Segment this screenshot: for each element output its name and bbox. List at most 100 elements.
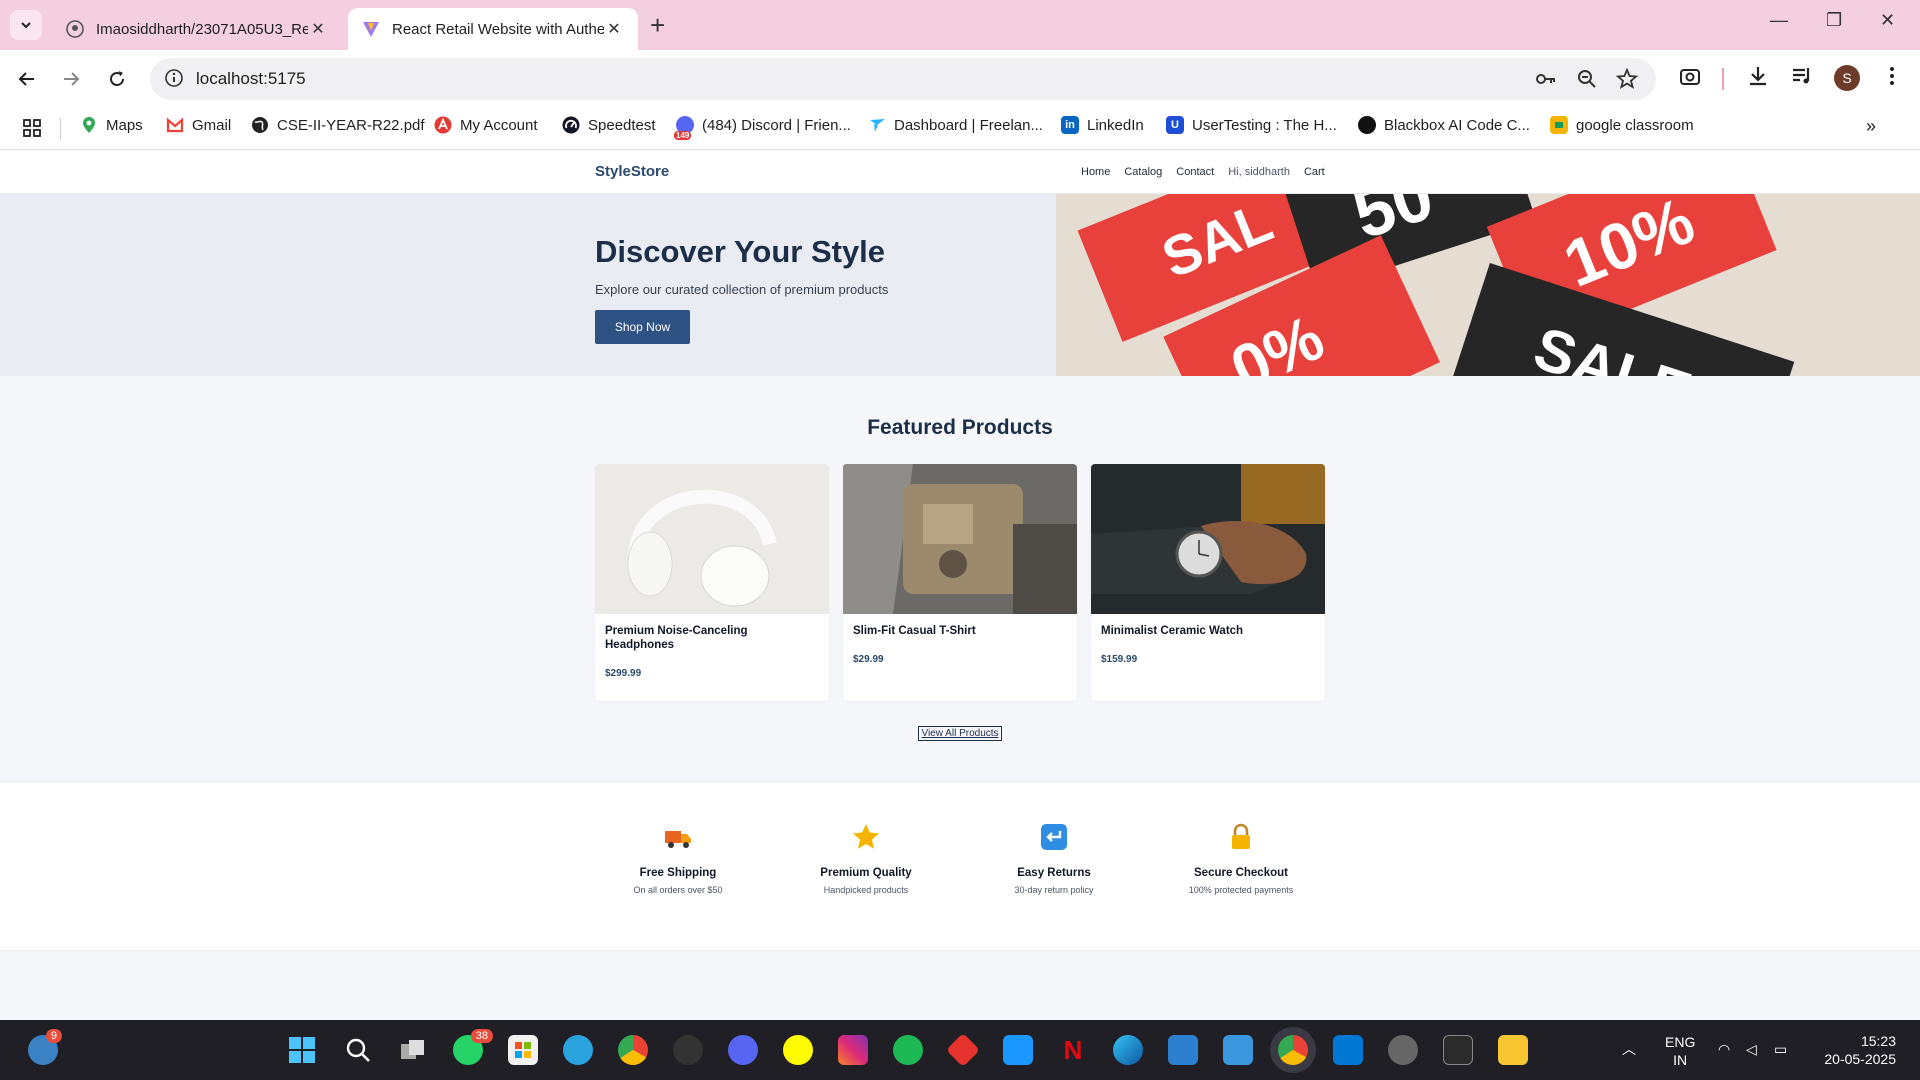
control-panel-icon[interactable] bbox=[1223, 1035, 1253, 1065]
shop-now-button[interactable]: Shop Now bbox=[595, 310, 690, 344]
chrome-active-icon[interactable] bbox=[1278, 1035, 1308, 1065]
tab-react-retail[interactable]: React Retail Website with Authe ✕ bbox=[348, 8, 638, 50]
vite-icon bbox=[363, 22, 379, 37]
linkedin-icon: in bbox=[1061, 116, 1079, 134]
tab-github[interactable]: Imaosiddharth/23071A05U3_Re ✕ bbox=[52, 8, 342, 50]
minimize-button[interactable]: — bbox=[1770, 10, 1788, 31]
instagram-icon[interactable] bbox=[838, 1035, 868, 1065]
more-menu-icon[interactable] bbox=[1880, 64, 1904, 88]
product-card[interactable]: Premium Noise-Canceling Headphones $299.… bbox=[595, 464, 829, 701]
bookmark-discord[interactable]: 149 (484) Discord | Frien... bbox=[674, 116, 851, 140]
nav-contact[interactable]: Contact bbox=[1176, 166, 1214, 178]
account-icon bbox=[434, 116, 452, 134]
nav-user-greeting[interactable]: Hi, siddharth bbox=[1228, 166, 1290, 178]
apps-grid-icon[interactable] bbox=[22, 118, 42, 138]
bookmark-freelancer[interactable]: Dashboard | Freelan... bbox=[868, 116, 1043, 134]
restore-button[interactable]: ❐ bbox=[1826, 10, 1842, 31]
snapchat-icon[interactable] bbox=[783, 1035, 813, 1065]
language-indicator[interactable]: ENG IN bbox=[1665, 1033, 1695, 1069]
chevron-up-icon[interactable]: ︿ bbox=[1622, 1040, 1636, 1058]
product-image-tshirt bbox=[843, 464, 1077, 614]
weather-widget-icon[interactable]: 9 bbox=[28, 1029, 62, 1065]
bookmark-star-icon[interactable] bbox=[1616, 68, 1638, 90]
bookmark-blackbox[interactable]: Blackbox AI Code C... bbox=[1358, 116, 1530, 134]
reload-button[interactable] bbox=[104, 66, 130, 92]
vscode-icon[interactable] bbox=[1333, 1035, 1363, 1065]
profile-avatar[interactable]: S bbox=[1834, 65, 1860, 91]
start-button[interactable] bbox=[287, 1035, 317, 1065]
bookmark-my-account[interactable]: My Account bbox=[434, 116, 538, 134]
product-name: Slim-Fit Casual T-Shirt bbox=[853, 625, 976, 637]
bookmark-speedtest[interactable]: Speedtest bbox=[562, 116, 656, 134]
browser-toolbar: localhost:5175 bbox=[0, 50, 1920, 108]
bookmark-maps[interactable]: Maps bbox=[80, 116, 143, 134]
close-icon[interactable]: ✕ bbox=[308, 19, 328, 39]
chrome-icon[interactable] bbox=[618, 1035, 648, 1065]
bookmark-usertesting[interactable]: U UserTesting : The H... bbox=[1166, 116, 1337, 134]
terminal-icon[interactable] bbox=[1443, 1035, 1473, 1065]
discord-app-icon[interactable] bbox=[728, 1035, 758, 1065]
product-price: $159.99 bbox=[1101, 654, 1138, 665]
ms-store-icon[interactable] bbox=[508, 1035, 538, 1065]
view-all-products-link[interactable]: View All Products bbox=[918, 726, 1002, 741]
telegram-icon[interactable] bbox=[563, 1035, 593, 1065]
forward-button[interactable] bbox=[58, 66, 84, 92]
wifi-icon[interactable]: ◠ bbox=[1718, 1040, 1730, 1058]
anydesk-icon[interactable] bbox=[946, 1033, 980, 1067]
star-icon bbox=[853, 824, 879, 849]
clock[interactable]: 15:23 20-05-2025 bbox=[1814, 1032, 1896, 1068]
back-button[interactable] bbox=[14, 66, 40, 92]
feature-secure-checkout: Secure Checkout 100% protected payments bbox=[1161, 822, 1321, 895]
chevron-down-icon bbox=[21, 22, 31, 29]
spotify-icon[interactable] bbox=[893, 1035, 923, 1065]
tab-search-button[interactable] bbox=[10, 10, 42, 40]
search-button[interactable] bbox=[343, 1035, 373, 1065]
nav-catalog[interactable]: Catalog bbox=[1124, 166, 1162, 178]
bookmark-label: (484) Discord | Frien... bbox=[702, 116, 851, 134]
product-card[interactable]: Minimalist Ceramic Watch $159.99 bbox=[1091, 464, 1325, 701]
nav-home[interactable]: Home bbox=[1081, 166, 1110, 178]
return-icon bbox=[1041, 824, 1067, 850]
reload-icon bbox=[110, 71, 124, 86]
prime-video-icon[interactable] bbox=[1003, 1035, 1033, 1065]
site-nav: Home Catalog Contact Hi, siddharth Cart bbox=[1081, 166, 1325, 178]
settings-gear-icon[interactable] bbox=[1388, 1035, 1418, 1065]
weather-badge: 9 bbox=[45, 1029, 62, 1043]
file-explorer-icon[interactable] bbox=[1498, 1035, 1528, 1065]
bookmark-google-classroom[interactable]: google classroom bbox=[1550, 116, 1694, 134]
media-queue-icon[interactable] bbox=[1790, 64, 1814, 88]
web-page: StyleStore Home Catalog Contact Hi, sidd… bbox=[0, 151, 1920, 1020]
site-info-icon[interactable] bbox=[164, 68, 184, 88]
more-bookmarks-icon[interactable]: » bbox=[1866, 116, 1876, 137]
close-icon[interactable]: ✕ bbox=[604, 19, 624, 39]
notepad-icon[interactable] bbox=[1168, 1035, 1198, 1065]
battery-icon[interactable]: ▭ bbox=[1774, 1040, 1787, 1058]
classroom-icon bbox=[1550, 116, 1568, 134]
task-view-icon[interactable] bbox=[398, 1035, 428, 1065]
volume-icon[interactable]: ◁ bbox=[1746, 1040, 1757, 1058]
whatsapp-icon[interactable]: 38 bbox=[453, 1029, 493, 1065]
product-card[interactable]: Slim-Fit Casual T-Shirt $29.99 bbox=[843, 464, 1077, 701]
bookmark-label: Maps bbox=[106, 116, 143, 134]
site-brand[interactable]: StyleStore bbox=[595, 163, 669, 180]
feature-title: Secure Checkout bbox=[1194, 867, 1288, 879]
new-tab-button[interactable]: + bbox=[650, 10, 665, 40]
bookmark-label: CSE-II-YEAR-R22.pdf bbox=[277, 116, 425, 134]
edge-icon[interactable] bbox=[1113, 1035, 1143, 1065]
screenshot-icon[interactable] bbox=[1678, 64, 1702, 88]
nav-cart[interactable]: Cart bbox=[1304, 166, 1325, 178]
bookmark-cse-pdf[interactable]: CSE-II-YEAR-R22.pdf bbox=[251, 116, 425, 134]
zoom-icon[interactable] bbox=[1576, 68, 1598, 90]
tab-title: React Retail Website with Authe bbox=[392, 20, 604, 38]
password-key-icon[interactable] bbox=[1534, 68, 1558, 90]
bookmark-label: UserTesting : The H... bbox=[1192, 116, 1337, 134]
bookmark-gmail[interactable]: Gmail bbox=[166, 116, 231, 134]
netflix-icon[interactable]: N bbox=[1058, 1035, 1088, 1065]
download-icon[interactable] bbox=[1746, 64, 1770, 88]
address-bar[interactable]: localhost:5175 bbox=[150, 58, 1656, 100]
github-desktop-icon[interactable] bbox=[673, 1035, 703, 1065]
bookmark-linkedin[interactable]: in LinkedIn bbox=[1061, 116, 1144, 134]
close-window-button[interactable]: ✕ bbox=[1880, 10, 1895, 31]
gmail-icon bbox=[166, 117, 184, 133]
discord-badge: 149 bbox=[674, 131, 692, 140]
